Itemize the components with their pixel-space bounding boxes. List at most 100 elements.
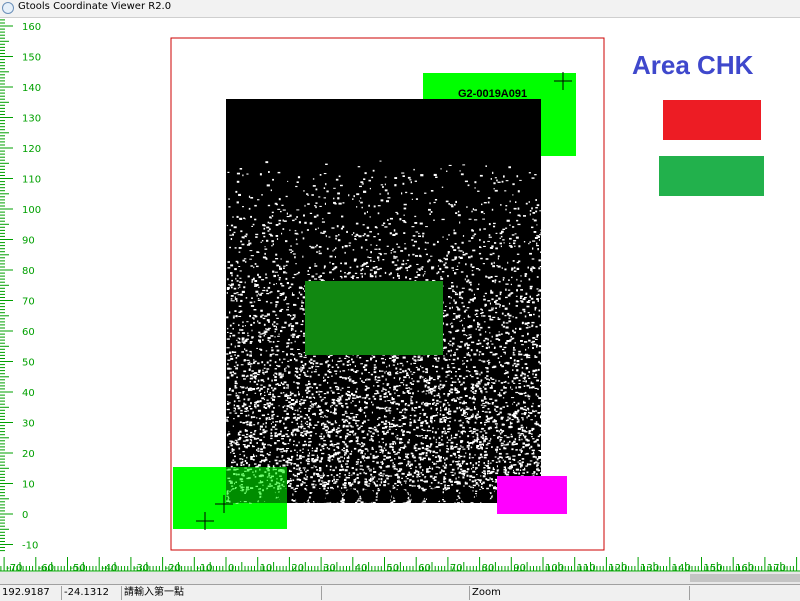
die-texture-speck [297, 176, 301, 179]
die-texture-speck [538, 360, 540, 364]
die-texture-speck [296, 209, 300, 211]
die-texture-speck [477, 190, 480, 192]
die-texture-speck [428, 208, 431, 211]
die-texture-speck [299, 454, 302, 457]
die-texture-speck [285, 240, 288, 243]
die-texture-speck [289, 459, 293, 461]
die-texture-speck [303, 427, 306, 430]
die-texture-speck [497, 265, 501, 268]
die-texture-speck [349, 266, 352, 269]
die-texture-speck [404, 403, 407, 405]
die-texture-speck [372, 428, 374, 430]
die-texture-speck [253, 359, 255, 361]
die-texture-speck [356, 265, 359, 268]
die-texture-speck [487, 402, 489, 405]
die-texture-speck [512, 455, 516, 457]
die-texture-speck [505, 283, 509, 285]
die-texture-speck [285, 433, 288, 435]
die-texture-speck [365, 481, 368, 483]
die-texture-speck [271, 414, 274, 417]
die-texture-speck [539, 324, 541, 327]
die-texture-speck [511, 419, 514, 421]
die-texture-speck [348, 356, 350, 358]
die-texture-speck [468, 301, 471, 304]
die-texture-speck [451, 259, 455, 261]
die-texture-speck [478, 484, 480, 487]
die-texture-speck [409, 479, 412, 481]
die-texture-speck [540, 232, 543, 234]
die-texture-speck [500, 204, 502, 206]
die-texture-speck [458, 293, 461, 296]
die-texture-speck [395, 211, 398, 213]
die-texture-speck [502, 277, 505, 279]
die-texture-speck [280, 392, 283, 394]
die-texture-speck [243, 454, 246, 457]
die-texture-speck [366, 261, 369, 264]
die-texture-speck [277, 171, 281, 174]
die-texture-speck [321, 221, 325, 223]
die-texture-speck [257, 400, 260, 403]
die-texture-speck [480, 404, 483, 406]
die-texture-speck [511, 276, 513, 279]
die-texture-speck [345, 476, 347, 479]
die-texture-speck [443, 263, 446, 266]
die-texture-speck [348, 194, 350, 197]
die-texture-speck [329, 502, 332, 504]
die-texture-speck [243, 217, 245, 219]
die-texture-speck [511, 388, 513, 390]
die-texture-speck [308, 396, 312, 399]
die-texture-speck [263, 364, 266, 366]
die-texture-speck [399, 411, 403, 414]
die-texture-speck [239, 430, 242, 433]
die-texture-speck [345, 398, 348, 401]
die-texture-speck [269, 364, 272, 367]
die-texture-speck [496, 470, 499, 472]
die-texture-speck [303, 356, 307, 358]
die-texture-speck [489, 426, 492, 429]
die-texture-speck [271, 387, 273, 389]
die-texture-speck [327, 376, 330, 378]
die-texture-speck [308, 460, 310, 463]
die-texture-speck [496, 450, 498, 453]
die-texture-speck [382, 427, 385, 429]
die-texture-speck [266, 239, 269, 242]
die-texture-speck [359, 443, 361, 446]
die-texture-speck [520, 374, 523, 377]
app-logo-icon[interactable] [2, 2, 14, 14]
die-texture-speck [361, 409, 363, 411]
die-texture-speck [457, 468, 459, 470]
die-texture-speck [517, 432, 520, 434]
die-texture-speck [269, 355, 272, 357]
die-texture-speck [511, 414, 515, 417]
die-texture-speck [325, 183, 327, 186]
die-texture-speck [290, 462, 293, 464]
die-texture-speck [234, 407, 236, 410]
die-texture-speck [480, 445, 482, 448]
die-texture-speck [427, 449, 431, 452]
die-texture-speck [240, 299, 243, 302]
die-texture-speck [428, 391, 430, 394]
die-texture-speck [392, 446, 394, 449]
die-texture-speck [452, 366, 456, 369]
die-texture-speck [470, 265, 472, 267]
die-texture-speck [455, 461, 459, 463]
die-texture-speck [344, 474, 346, 476]
die-texture-speck [499, 291, 502, 294]
die-texture-speck [455, 443, 458, 446]
die-texture-speck [337, 427, 340, 429]
die-texture-speck [317, 421, 320, 423]
die-texture-speck [318, 390, 320, 393]
die-texture-speck [357, 477, 359, 479]
die-texture-speck [388, 428, 391, 431]
die-texture-speck [267, 204, 271, 207]
die-texture-speck [282, 351, 285, 353]
die-texture-speck [274, 336, 276, 338]
die-texture-speck [230, 299, 232, 302]
die-texture-speck [439, 421, 443, 423]
viewer-canvas[interactable]: G2-0019A091 160 150 140 130 120 110 100 90 80 70 6… [0, 18, 800, 584]
die-texture-speck [390, 401, 392, 404]
die-texture-speck [311, 483, 315, 486]
die-texture-speck [295, 367, 298, 370]
die-texture-speck [355, 502, 358, 504]
die-texture-speck [492, 316, 496, 318]
